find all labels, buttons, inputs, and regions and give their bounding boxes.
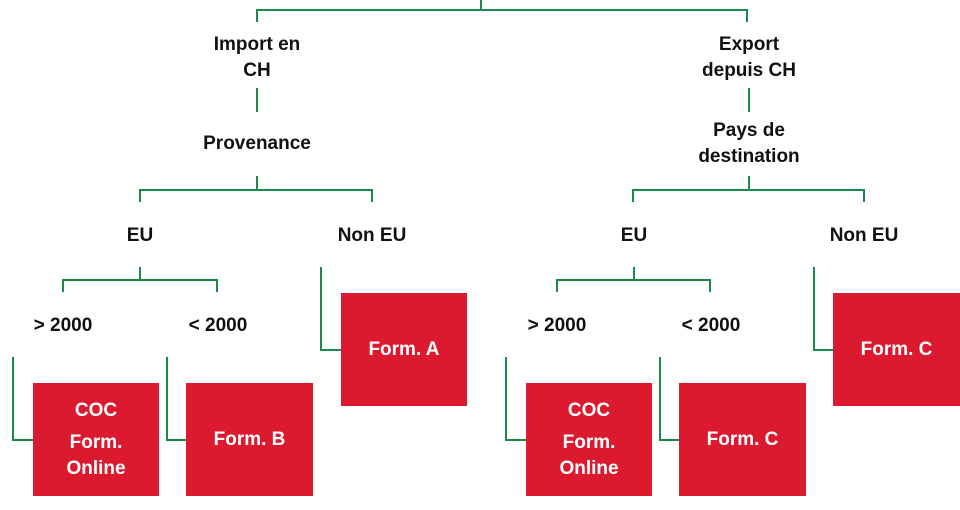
connector-import-noneu xyxy=(320,267,341,351)
node-export-non-eu: Non EU xyxy=(829,225,899,246)
result-import-non-eu: Form. A xyxy=(341,293,467,406)
node-import-line2: CH xyxy=(243,60,271,81)
node-export-line1: Export xyxy=(718,34,780,55)
result-line-online: Online xyxy=(66,457,126,479)
result-line-coc: COC xyxy=(74,399,118,421)
node-destination-line1: Pays de xyxy=(713,120,785,141)
connector-import-lt2000 xyxy=(166,357,187,441)
node-import-non-eu: Non EU xyxy=(337,225,407,246)
connector-import-eu-branch xyxy=(62,279,218,292)
result-import-eu-lt2000: Form. B xyxy=(186,383,313,496)
node-provenance: Provenance xyxy=(203,133,311,154)
connector-export-noneu xyxy=(813,267,834,351)
connector-export-eu-branch xyxy=(556,279,711,292)
result-form-b: Form. B xyxy=(213,428,286,450)
node-import-lt2000: < 2000 xyxy=(188,315,248,336)
result-line-form: Form. xyxy=(562,431,616,453)
result-export-non-eu: Form. C xyxy=(833,293,960,406)
node-destination: Pays de destination xyxy=(698,118,799,170)
connector-root-branch xyxy=(256,9,748,22)
node-export: Export depuis CH xyxy=(702,32,796,84)
node-export-line2: depuis CH xyxy=(702,60,796,81)
connector-destination-branch xyxy=(632,189,865,202)
result-export-eu-gt2000: COC Form. Online xyxy=(526,383,652,496)
connector-export-gt2000 xyxy=(505,357,526,441)
node-export-gt2000: > 2000 xyxy=(527,315,587,336)
node-export-lt2000: < 2000 xyxy=(681,315,741,336)
node-import-gt2000: > 2000 xyxy=(33,315,93,336)
result-line-form: Form. xyxy=(69,431,123,453)
node-import-line1: Import en xyxy=(213,34,301,55)
result-export-eu-lt2000: Form. C xyxy=(679,383,806,496)
node-export-eu: EU xyxy=(620,225,648,246)
result-form-a: Form. A xyxy=(368,338,440,360)
result-form-c: Form. C xyxy=(860,338,933,360)
connector-import-gt2000 xyxy=(12,357,33,441)
result-line-coc: COC xyxy=(567,399,611,421)
result-form-c: Form. C xyxy=(706,428,779,450)
node-destination-line2: destination xyxy=(698,146,800,167)
connector-provenance-branch xyxy=(139,189,373,202)
node-import: Import en CH xyxy=(214,32,301,84)
connector-export-lt2000 xyxy=(659,357,680,441)
result-line-online: Online xyxy=(559,457,619,479)
node-import-eu: EU xyxy=(126,225,154,246)
result-import-eu-gt2000: COC Form. Online xyxy=(33,383,159,496)
